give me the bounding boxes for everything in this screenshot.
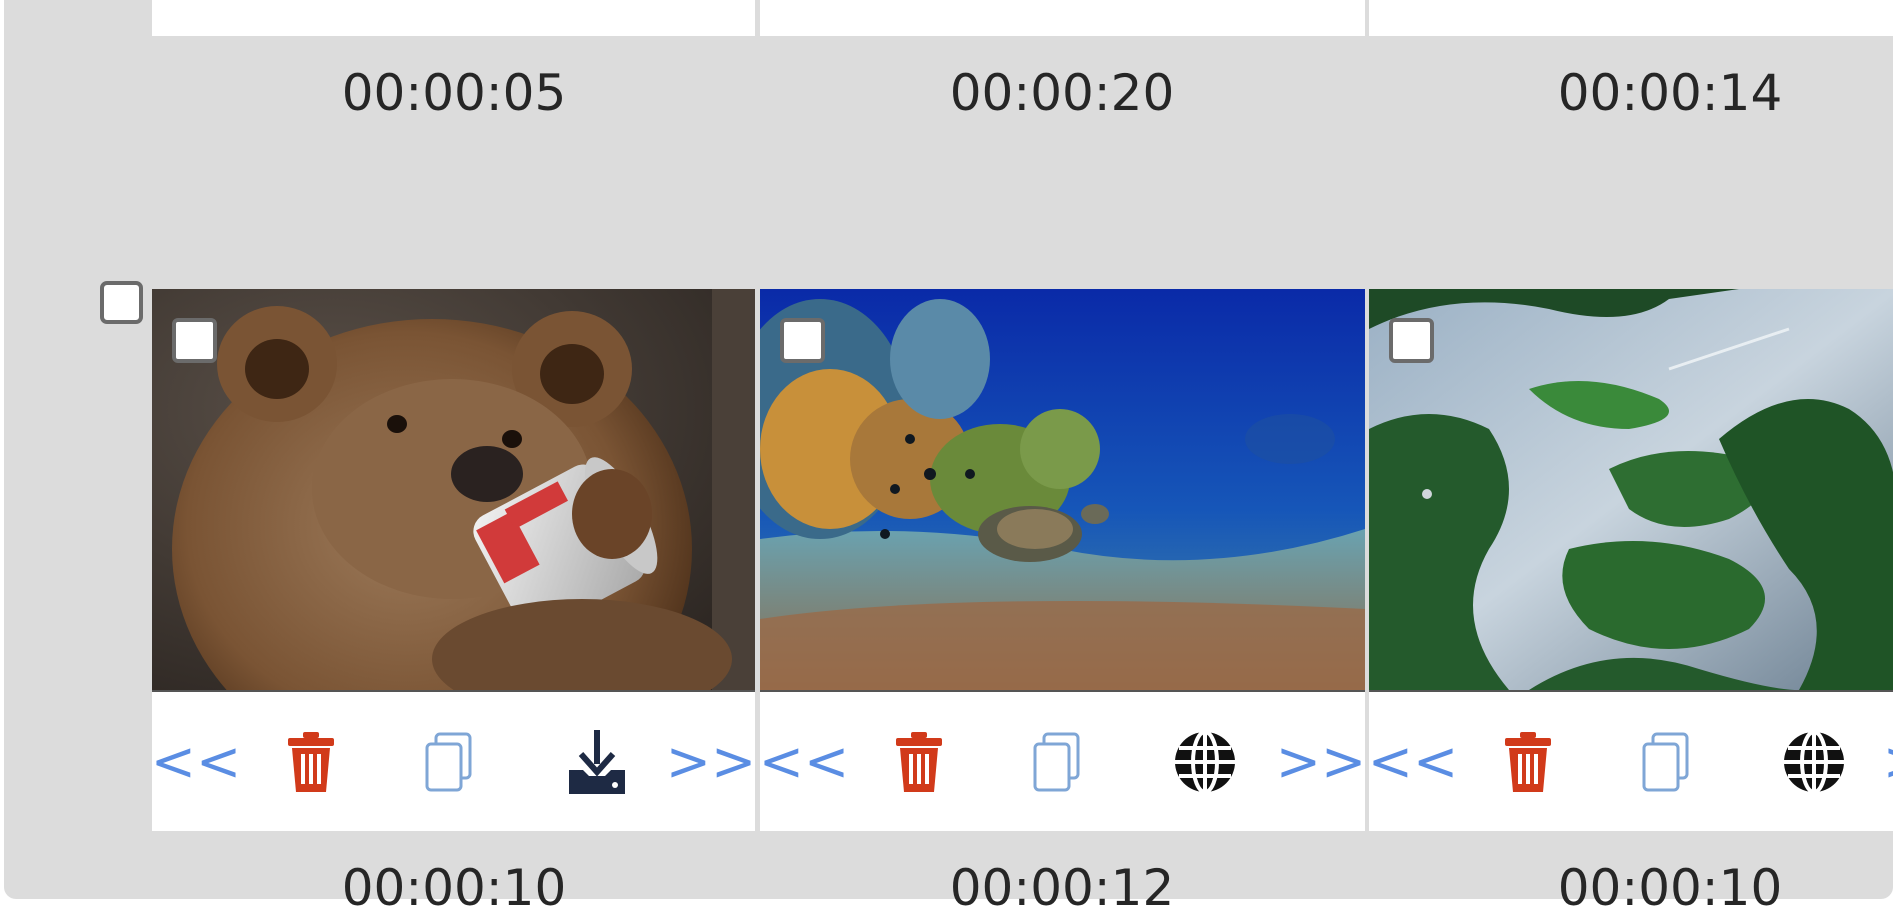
copy-icon (425, 732, 472, 791)
previous-card-toolbar-edge (760, 0, 1365, 36)
previous-card-toolbar-edge (1369, 0, 1893, 36)
copy-icon (1642, 732, 1689, 791)
aerial-image (1369, 289, 1893, 690)
next-button[interactable]: >> (1276, 692, 1365, 831)
card-duration: 00:00:14 (1557, 64, 1783, 122)
thumbnail-aerial[interactable] (1369, 289, 1893, 692)
card-duration: 00:00:10 (1557, 859, 1783, 917)
next-button[interactable]: >> (1883, 692, 1893, 831)
copy-button[interactable] (1631, 692, 1701, 831)
copy-button[interactable] (1022, 692, 1092, 831)
card-duration: 00:00:20 (949, 64, 1175, 122)
select-checkbox[interactable] (172, 318, 217, 363)
download-icon (569, 729, 625, 794)
card-duration: 00:00:10 (341, 859, 567, 917)
select-checkbox[interactable] (1389, 318, 1434, 363)
globe-icon (1175, 730, 1235, 793)
thumbnail-reef[interactable] (760, 289, 1365, 692)
bear-image (152, 289, 755, 690)
card-toolbar: << >> (152, 692, 755, 831)
previous-card-toolbar-edge (152, 0, 755, 36)
card-duration: 00:00:05 (341, 64, 567, 122)
row-select-checkbox[interactable] (100, 281, 143, 324)
card-toolbar: << (1369, 692, 1893, 831)
card-toolbar: << (760, 692, 1365, 831)
card-duration: 00:00:12 (949, 859, 1175, 917)
copy-icon (1033, 732, 1080, 791)
globe-button[interactable] (1170, 692, 1240, 831)
next-button[interactable]: >> (666, 692, 755, 831)
delete-button[interactable] (884, 692, 954, 831)
trash-icon (896, 731, 942, 792)
prev-button[interactable]: << (152, 692, 241, 831)
thumbnail-bear[interactable] (152, 289, 755, 692)
copy-button[interactable] (414, 692, 484, 831)
globe-icon (1784, 730, 1844, 793)
prev-button[interactable]: << (1369, 692, 1458, 831)
download-button[interactable] (562, 692, 632, 831)
select-checkbox[interactable] (780, 318, 825, 363)
prev-button[interactable]: << (760, 692, 849, 831)
trash-icon (1505, 731, 1551, 792)
delete-button[interactable] (276, 692, 346, 831)
reef-image (760, 289, 1365, 690)
trash-icon (288, 731, 334, 792)
globe-button[interactable] (1779, 692, 1849, 831)
media-grid-panel: 00:00:05 00:00:20 00:00:14 << >> << >> <… (4, 0, 1893, 917)
delete-button[interactable] (1493, 692, 1563, 831)
